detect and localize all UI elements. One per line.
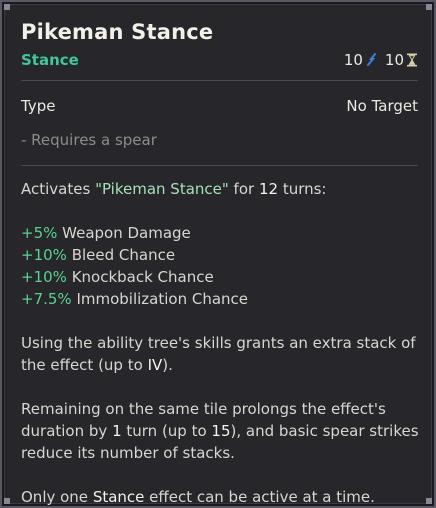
stance-keyword: Stance	[92, 488, 145, 506]
ability-category: Stance	[21, 51, 79, 69]
ability-tooltip: Pikeman Stance Stance 10 10 Type No Targ…	[0, 0, 436, 508]
stat-label: Weapon Damage	[57, 224, 191, 242]
stacking-text: Using the ability tree's skills grants a…	[21, 334, 416, 374]
ability-costs: 10 10	[344, 51, 418, 69]
max-stacks: IV	[147, 356, 163, 374]
stat-line: +5% Weapon Damage	[21, 222, 420, 244]
energy-cost: 10	[344, 51, 377, 69]
cooldown-value: 10	[384, 51, 404, 69]
type-row: Type No Target	[21, 97, 418, 115]
hourglass-icon	[407, 53, 417, 67]
stat-label: Bleed Chance	[66, 246, 176, 264]
prolong-turns: 1	[112, 422, 122, 440]
stat-line: +10% Knockback Chance	[21, 266, 420, 288]
stat-label: Knockback Chance	[66, 268, 214, 286]
frame-corner	[4, 498, 10, 504]
effect-name: "Pikeman Stance"	[95, 180, 229, 198]
frame-corner	[4, 4, 10, 10]
max-duration: 15	[211, 422, 231, 440]
stat-line: +7.5% Immobilization Chance	[21, 288, 420, 310]
exclusivity-text: Only one Stance effect can be active at …	[21, 488, 375, 506]
subtitle-row: Stance 10 10	[21, 50, 418, 70]
stat-value: +10%	[21, 246, 67, 264]
cooldown-cost: 10	[385, 51, 418, 69]
energy-cost-value: 10	[343, 51, 363, 69]
weapon-requirement: - Requires a spear	[21, 131, 157, 149]
divider	[21, 165, 418, 166]
ability-description: Activates "Pikeman Stance" for 12 turns:…	[21, 178, 420, 508]
tile-text: Remaining on the same tile prolongs the …	[21, 400, 419, 462]
stat-line: +10% Bleed Chance	[21, 244, 420, 266]
stat-label: Immobilization Chance	[71, 290, 249, 308]
duration-turns: 12	[258, 180, 279, 198]
frame-corner	[426, 498, 432, 504]
stat-value: +10%	[21, 268, 67, 286]
frame-corner	[426, 4, 432, 10]
activation-line: Activates "Pikeman Stance" for 12 turns:	[21, 180, 327, 198]
energy-icon	[366, 53, 376, 66]
type-label: Type	[21, 97, 56, 115]
stat-value: +5%	[21, 224, 58, 242]
ability-title: Pikeman Stance	[21, 20, 214, 44]
type-value: No Target	[346, 97, 418, 115]
stat-value: +7.5%	[21, 290, 72, 308]
divider	[21, 80, 418, 81]
